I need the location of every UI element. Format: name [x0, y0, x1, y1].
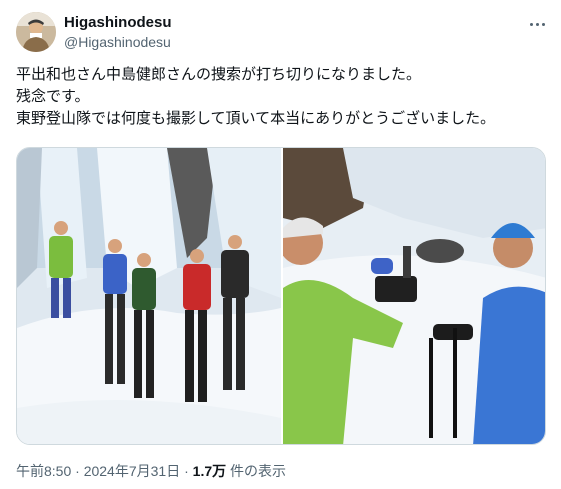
views-label: 件の表示 [230, 463, 287, 479]
views-count[interactable]: 1.7万 [193, 463, 226, 479]
meta-separator: · [184, 463, 189, 479]
tweet-date[interactable]: 2024年7月31日 [84, 463, 181, 479]
meta-separator: · [75, 463, 80, 479]
author-handle[interactable]: @Higashinodesu [64, 33, 172, 52]
media-grid [16, 147, 546, 445]
tweet-text-line: 東野登山隊では何度も撮影して頂いて本当にありがとうございました。 [16, 110, 496, 127]
tweet-text-line: 平出和也さん中島健郎さんの捜索が打ち切りになりました。 [16, 66, 422, 83]
tweet-text-line: 残念です。 [16, 88, 90, 105]
media-photo-climbers[interactable] [17, 148, 281, 444]
tweet: Higashinodesu @Higashinodesu 平出和也さん中島健郎さ… [0, 0, 561, 489]
tweet-time[interactable]: 午前8:50 [16, 463, 71, 479]
author-display-name[interactable]: Higashinodesu [64, 13, 172, 33]
tweet-meta: 午前8:50 · 2024年7月31日 · 1.7万 件の表示 [16, 462, 286, 480]
more-horizontal-icon[interactable] [527, 14, 547, 34]
media-photo-interview[interactable] [283, 148, 545, 444]
author-info: Higashinodesu @Higashinodesu [64, 13, 172, 52]
avatar[interactable] [16, 12, 56, 52]
tweet-text: 平出和也さん中島健郎さんの捜索が打ち切りになりました。 残念です。 東野登山隊で… [16, 64, 546, 130]
